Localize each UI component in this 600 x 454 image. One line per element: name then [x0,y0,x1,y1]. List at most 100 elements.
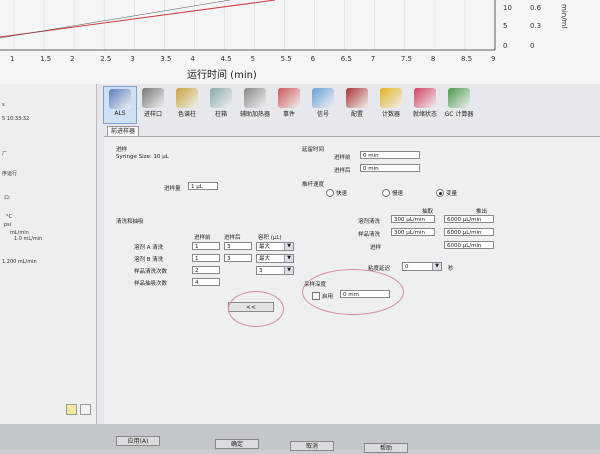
speed-slow-label: 慢速 [392,191,404,197]
status-line: °C [6,214,12,220]
wash-volume-select[interactable]: 3 ▼ [256,266,294,275]
toolbar-button-1[interactable]: 进样口 [137,86,169,122]
injector-settings-panel: 进样 Syringe Size: 10 μL 进样量 1 μL 延留时间 进样前… [104,136,600,427]
toolbar-button-0[interactable]: ALS [103,86,137,124]
toolbar-button-7[interactable]: 配置 [341,86,373,122]
x-tick-label: 8.5 [460,55,473,63]
chevron-down-icon[interactable]: ▼ [432,263,441,270]
print-icon[interactable] [80,404,91,415]
x-tick-label: 1 [10,55,15,63]
toolbar-label: 事件 [282,111,295,118]
eject-header: 推出 [476,209,488,215]
syringe-icon [109,89,131,109]
toolbar-label: 计数器 [381,111,400,118]
toolbar-button-6[interactable]: 信号 [307,86,339,122]
toolbar-button-8[interactable]: 计数器 [375,86,407,122]
inject-eject-field[interactable]: 6000 μL/min [444,241,494,249]
toolbar-label: ALS [114,110,126,117]
solvent-wash-draw-field[interactable]: 300 μL/min [391,215,435,223]
x-tick-label: 5 [250,55,255,63]
wash-after-field[interactable]: 3 [224,242,252,250]
chevron-down-icon[interactable]: ▼ [284,267,293,274]
toolbar-label: 色谱柱 [177,111,196,118]
status-line: 5 10:33:32 [2,116,30,122]
status-line: ㄏ [2,151,8,157]
wash-after-field[interactable]: 3 [224,254,252,262]
wash-before-field[interactable]: 1 [192,242,220,250]
y-right-tick-label: 0.6 [530,4,542,12]
y-left-tick-label: 10 [503,4,512,12]
wash-before-field[interactable]: 2 [192,266,220,274]
toolbar-button-3[interactable]: 柱箱 [205,86,237,122]
inlet-icon [142,88,164,108]
draw-header: 抽取 [422,209,434,215]
x-tick-label: 8 [430,55,436,63]
speed-fast-radio[interactable] [326,189,334,197]
chevron-down-icon[interactable]: ▼ [284,243,293,250]
column-icon [176,88,198,108]
delay-before-field[interactable]: 0 min [360,151,420,159]
toolbar-label: 辅助加热器 [239,111,270,118]
x-tick-label: 2.5 [100,55,112,63]
folder-icon[interactable] [66,404,77,415]
signal-icon [312,88,334,108]
toolbar-button-4[interactable]: 辅助加热器 [239,86,271,122]
toolbar-label: 进样口 [143,111,162,118]
x-tick-label: 5.5 [280,55,292,63]
x-tick-label: 6.5 [340,55,352,63]
injection-volume-field[interactable]: 1 μL [188,182,218,190]
speed-slow-radio[interactable] [382,189,390,197]
wash-row-label: 样品清洗次数 [134,269,168,275]
heater-icon [244,88,266,108]
wash-before-field[interactable]: 1 [192,254,220,262]
chevron-down-icon[interactable]: ▼ [284,255,293,262]
solvent-wash-rate-label: 溶剂清洗 [358,219,381,225]
x-axis-label: 运行时间 (min) [187,70,257,81]
toolbar-button-10[interactable]: GC 计算器 [443,86,475,122]
x-tick-label: 4.5 [220,55,232,63]
event-icon [278,88,300,108]
wash-volume-select[interactable]: 最大 ▼ [256,254,294,263]
toolbar-label: 信号 [316,111,329,118]
y-right-tick-label: 0.3 [530,22,542,30]
plunger-speed-title: 推杆速度 [302,182,325,188]
x-tick-label: 1.5 [40,55,52,63]
run-time-chart: 1 1.5 2 2.5 3 3.5 4 4.5 5 5.5 6 6.5 7 7.5 8 8.5 9 运行时间 (… [0,0,600,84]
y-left-tick-label: 5 [503,22,508,30]
chart-plot [0,0,496,51]
sample-wash-rate-label: 样品清洗 [358,232,381,238]
x-tick-label: 3.5 [160,55,172,63]
delay-title: 延留时间 [302,147,325,153]
y-left-tick-label: 0 [503,42,508,50]
sample-wash-eject-field[interactable]: 6000 μL/min [444,228,494,236]
wash-volume-value: 3 [259,268,263,274]
toolbar-button-5[interactable]: 事件 [273,86,305,122]
wash-volume-select[interactable]: 最大 ▼ [256,242,294,251]
x-tick-label: 6 [310,55,316,63]
wash-row-label: 溶剂 B 清洗 [134,257,164,263]
delay-after-field[interactable]: 0 min [360,164,420,172]
ok-button[interactable]: 确定 [215,439,259,449]
solvent-wash-eject-field[interactable]: 6000 μL/min [444,215,494,223]
y-unit-label: min/ml [560,4,568,29]
status-line: psi [4,222,12,228]
syringe-size: Syringe Size: 10 μL [116,154,169,160]
status-line: 1.0 mL/min [14,236,43,242]
apply-button[interactable]: 应用(A) [116,436,160,446]
toolbar-label: 就绪状态 [412,111,437,118]
wash-before-field[interactable]: 4 [192,278,220,286]
speed-fast-label: 快速 [336,191,348,197]
speed-variable-label: 变量 [446,191,458,197]
viscosity-delay-select[interactable]: 0 ▼ [402,262,442,271]
wash-title: 清洗和抽吸 [116,219,144,225]
series-line-secondary [0,0,231,39]
toolbar-button-9[interactable]: 就绪状态 [409,86,441,122]
toolbar-button-2[interactable]: 色谱柱 [171,86,203,122]
x-tick-label: 9 [491,55,496,63]
speed-variable-radio[interactable] [436,189,444,197]
hand-drawn-circle [228,291,284,327]
wash-row-label: 样品抽吸次数 [134,281,168,287]
help-button[interactable]: 帮助 [364,443,408,453]
sample-wash-draw-field[interactable]: 300 μL/min [391,228,435,236]
x-tick-label: 3 [130,55,135,63]
